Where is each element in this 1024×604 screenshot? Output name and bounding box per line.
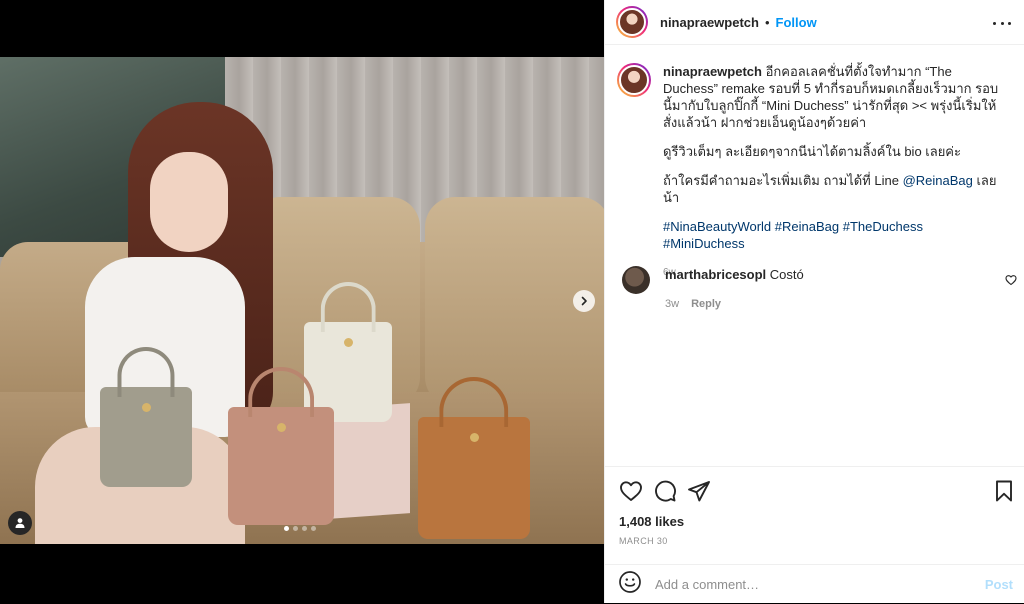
comment-text: Costó (769, 267, 804, 282)
comment-body: marthabricesopl Costó 3w Reply (665, 266, 804, 313)
commenter-avatar[interactable] (622, 266, 650, 294)
instagram-post-modal: ninapraewpetch • Follow ninapraewpetch อ… (0, 0, 1024, 603)
add-comment-bar: Post (605, 564, 1024, 604)
comment-input[interactable] (655, 577, 975, 592)
more-horizontal-icon (993, 21, 996, 25)
post-photo[interactable] (0, 57, 604, 544)
hashtag-link[interactable]: #MiniDuchess (663, 236, 745, 251)
carousel-dot (293, 526, 298, 531)
carousel-dot (284, 526, 289, 531)
chevron-right-icon (581, 296, 587, 306)
post-header: ninapraewpetch • Follow (605, 0, 1024, 45)
emoji-icon (619, 571, 641, 593)
comment-timestamp[interactable]: 3w (665, 296, 679, 313)
photo-bag-grey (100, 347, 192, 487)
post-details-pane: ninapraewpetch • Follow ninapraewpetch อ… (604, 0, 1024, 603)
comment-like-button[interactable] (1005, 273, 1017, 291)
author-username[interactable]: ninapraewpetch (660, 15, 759, 30)
bookmark-icon (996, 480, 1012, 502)
carousel-next-button[interactable] (573, 290, 595, 312)
comment-item: marthabricesopl Costó 3w Reply (617, 266, 1017, 313)
comment-icon (655, 480, 676, 502)
action-bar (619, 479, 711, 503)
header-separator: • (764, 14, 770, 30)
caption-body: ninapraewpetch อีกคอลเลคชั่นที่ตั้งใจทำม… (663, 63, 1003, 281)
caption-review-line: ดูรีวิวเต็มๆ ละเอียดๆจากนีน่าได้ตามลิ้งค… (663, 144, 961, 159)
post-comment-button[interactable]: Post (985, 577, 1013, 592)
post-date[interactable]: MARCH 30 (619, 536, 668, 546)
media-pane (0, 0, 604, 603)
hashtag-link[interactable]: #TheDuchess (843, 219, 923, 234)
heart-icon (1005, 275, 1017, 286)
share-button[interactable] (687, 479, 711, 503)
user-tag-icon (15, 518, 25, 528)
photo-bag-pink (228, 367, 334, 525)
caption-author-avatar[interactable] (617, 63, 651, 97)
hashtags: #NinaBeautyWorld #ReinaBag #TheDuchess #… (663, 218, 1003, 252)
carousel-dot (302, 526, 307, 531)
caption-username[interactable]: ninapraewpetch (663, 64, 762, 79)
more-options-button[interactable] (993, 14, 1011, 32)
caption-question-text: ถ้าใครมีคำถามอะไรเพิ่มเติม ถามได้ที่ Lin… (663, 173, 903, 188)
commenter-username[interactable]: marthabricesopl (665, 267, 766, 282)
action-section: 1,408 likes MARCH 30 Post (605, 466, 1024, 603)
mention-link[interactable]: @ReinaBag (903, 173, 973, 188)
reply-button[interactable]: Reply (691, 296, 721, 313)
hashtag-link[interactable]: #NinaBeautyWorld (663, 219, 771, 234)
carousel-dot (311, 526, 316, 531)
emoji-button[interactable] (618, 570, 642, 599)
comment-button[interactable] (653, 479, 677, 503)
tagged-users-button[interactable] (8, 511, 32, 535)
follow-button[interactable]: Follow (776, 15, 817, 30)
like-button[interactable] (619, 479, 643, 503)
hashtag-link[interactable]: #ReinaBag (775, 219, 839, 234)
like-count[interactable]: 1,408 likes (619, 514, 684, 529)
save-button[interactable] (993, 479, 1015, 503)
carousel-indicator (284, 526, 316, 531)
author-avatar[interactable] (616, 6, 648, 38)
caption: ninapraewpetch อีกคอลเลคชั่นที่ตั้งใจทำม… (617, 63, 1012, 281)
photo-person-face (150, 152, 228, 252)
share-icon (688, 481, 710, 502)
photo-bag-tan (418, 377, 530, 539)
heart-icon (620, 481, 642, 501)
comment-meta: 3w Reply (665, 296, 804, 313)
